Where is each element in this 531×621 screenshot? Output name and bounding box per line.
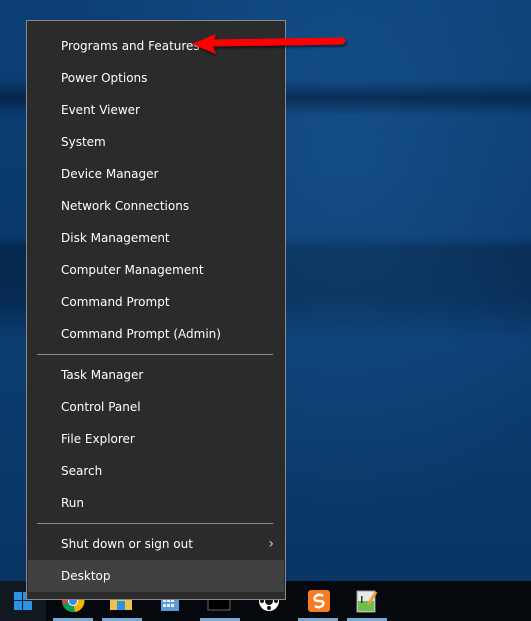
menu-separator: [37, 523, 273, 524]
menu-item-event-viewer[interactable]: Event Viewer: [28, 94, 284, 126]
winx-context-menu: Programs and Features Power Options Even…: [26, 20, 286, 600]
menu-item-task-manager[interactable]: Task Manager: [28, 359, 284, 391]
menu-item-command-prompt[interactable]: Command Prompt: [28, 286, 284, 318]
menu-item-shut-down-or-sign-out[interactable]: Shut down or sign out ›: [28, 528, 284, 560]
menu-item-search[interactable]: Search: [28, 455, 284, 487]
menu-item-network-connections[interactable]: Network Connections: [28, 190, 284, 222]
red-arrow-annotation: [192, 34, 346, 54]
menu-item-device-manager[interactable]: Device Manager: [28, 158, 284, 190]
menu-item-file-explorer[interactable]: File Explorer: [28, 423, 284, 455]
menu-item-control-panel[interactable]: Control Panel: [28, 391, 284, 423]
orange-app-icon[interactable]: [307, 589, 331, 613]
menu-item-disk-management[interactable]: Disk Management: [28, 222, 284, 254]
menu-item-computer-management[interactable]: Computer Management: [28, 254, 284, 286]
menu-item-label: Shut down or sign out: [61, 537, 193, 551]
menu-item-run[interactable]: Run: [28, 487, 284, 519]
chevron-right-icon: ›: [268, 536, 274, 552]
notepad-icon[interactable]: [355, 589, 379, 613]
menu-item-command-prompt-admin[interactable]: Command Prompt (Admin): [28, 318, 284, 350]
menu-item-system[interactable]: System: [28, 126, 284, 158]
menu-item-desktop[interactable]: Desktop: [28, 560, 284, 592]
menu-separator: [37, 354, 273, 355]
menu-item-power-options[interactable]: Power Options: [28, 62, 284, 94]
